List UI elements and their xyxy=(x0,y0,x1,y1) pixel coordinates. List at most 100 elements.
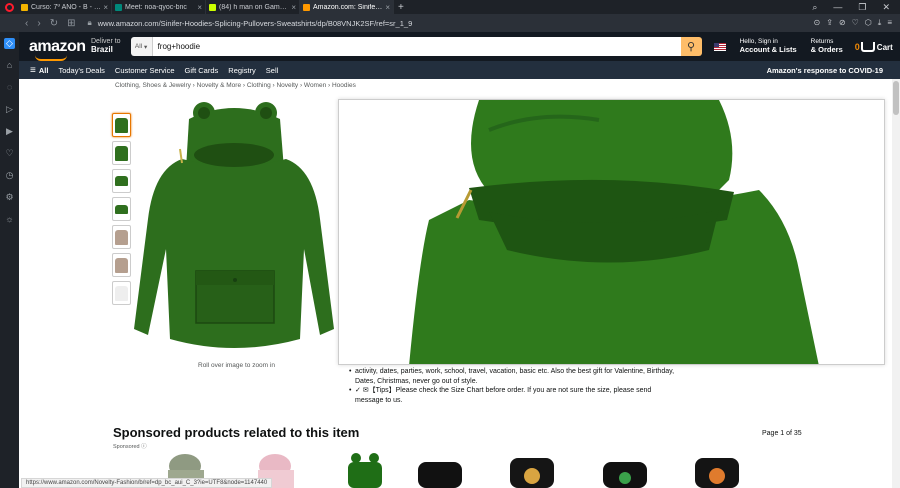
opera-menu-icon[interactable] xyxy=(0,0,18,14)
tab-label: Curso: 7º ANO - B - 2º TRI xyxy=(31,3,101,11)
url-field[interactable]: www.amazon.com/Sinifer-Hoodies-Splicing-… xyxy=(98,19,413,28)
search-category-select[interactable]: All ▾ xyxy=(130,37,153,56)
account-lists[interactable]: Hello, Sign in Account & Lists xyxy=(740,38,797,55)
close-tab-icon[interactable]: × xyxy=(103,3,108,12)
classroom-favicon-icon xyxy=(21,3,28,11)
tab-gamejolt[interactable]: (84) h man on Game Jolt × xyxy=(206,0,300,14)
page-scrollbar[interactable] xyxy=(892,79,900,488)
browser-tab-bar: Curso: 7º ANO - B - 2º TRI × Meet: noa-q… xyxy=(0,0,900,14)
search-input[interactable]: frog+hoodie xyxy=(152,37,681,56)
nav-todays-deals[interactable]: Today's Deals xyxy=(58,66,104,75)
zoom-preview-panel xyxy=(338,99,885,365)
nav-sell[interactable]: Sell xyxy=(266,66,279,75)
amazon-header: amazon Deliver to Brazil All ▾ frog+hood… xyxy=(19,32,900,61)
lightbulb-icon[interactable]: ☼ xyxy=(4,214,15,225)
amazon-logo[interactable]: amazon xyxy=(29,38,86,61)
breadcrumb[interactable]: Clothing, Shoes & Jewelry › Novelty & Mo… xyxy=(115,82,356,89)
search-icon: ⚲ xyxy=(687,41,696,53)
meet-favicon-icon xyxy=(115,3,122,11)
reload-icon[interactable]: ↻ xyxy=(50,18,58,29)
window-controls: ⌕ — ❐ ✕ xyxy=(812,2,900,13)
nav-customer-service[interactable]: Customer Service xyxy=(115,66,175,75)
tab-label: (84) h man on Game Jolt xyxy=(219,3,290,11)
thumbnail-5[interactable] xyxy=(112,225,131,249)
all-menu-button[interactable]: All xyxy=(30,65,49,76)
account-lists-label: Account & Lists xyxy=(739,45,797,54)
minimize-icon[interactable]: — xyxy=(833,2,842,13)
sponsored-product-7[interactable] xyxy=(695,458,739,488)
back-icon[interactable]: ‹ xyxy=(25,18,28,29)
download-icon[interactable]: ⤓ xyxy=(878,18,882,28)
tab-label: Amazon.com: Sinifer Wom xyxy=(313,3,383,11)
carousel-pager: Page 1 of 35 xyxy=(762,430,802,437)
player-icon[interactable]: ▶ xyxy=(4,126,15,137)
thumbnail-3[interactable] xyxy=(112,169,131,193)
info-icon[interactable]: ⓘ xyxy=(141,444,147,450)
nav-gift-cards[interactable]: Gift Cards xyxy=(185,66,219,75)
sponsored-title: Sponsored products related to this item xyxy=(113,425,360,440)
tab-label: Meet: noa-qyoc-bnc xyxy=(125,3,187,11)
settings-icon[interactable]: ⚙ xyxy=(4,192,15,203)
close-tab-icon[interactable]: × xyxy=(197,3,202,12)
location-label: Brazil xyxy=(91,45,113,54)
sponsored-product-6[interactable] xyxy=(603,462,647,488)
nav-registry[interactable]: Registry xyxy=(228,66,256,75)
tab-meet[interactable]: Meet: noa-qyoc-bnc × xyxy=(112,0,206,14)
search-bar: All ▾ frog+hoodie ⚲ xyxy=(130,37,702,56)
snapshot-icon[interactable]: ⊙ xyxy=(814,18,821,28)
bullet-item: • ✓ ✉【Tips】Please check the Size Chart be… xyxy=(349,387,652,404)
search-button[interactable]: ⚲ xyxy=(680,37,702,56)
messenger-icon[interactable]: ◌ xyxy=(4,82,15,93)
thumbnail-4[interactable] xyxy=(112,197,131,221)
address-bar-icons: ⊙ ⇪ ⊘ ♡ ⬡ ⤓ ≡ xyxy=(814,18,900,28)
deliver-to[interactable]: Deliver to Brazil xyxy=(91,38,121,55)
heart-icon[interactable]: ♡ xyxy=(852,18,859,28)
close-tab-icon[interactable]: × xyxy=(385,3,390,12)
workspace-icon[interactable]: ◇ xyxy=(4,38,15,49)
lock-icon[interactable]: 🔒︎ xyxy=(87,18,91,28)
tab-classroom[interactable]: Curso: 7º ANO - B - 2º TRI × xyxy=(18,0,112,14)
thumbnail-2[interactable] xyxy=(112,141,131,165)
sponsored-label: Sponsored ⓘ xyxy=(113,444,147,450)
close-window-icon[interactable]: ✕ xyxy=(882,2,890,13)
history-icon[interactable]: ◷ xyxy=(4,170,15,181)
thumbnail-6[interactable] xyxy=(112,253,131,277)
tab-amazon[interactable]: Amazon.com: Sinifer Wom × xyxy=(300,0,394,14)
extensions-icon[interactable]: ⬡ xyxy=(865,18,872,28)
share-icon[interactable]: ⇪ xyxy=(826,18,833,28)
search-tabs-icon[interactable]: ⌕ xyxy=(812,2,817,13)
cart-button[interactable]: 0 Cart xyxy=(855,41,893,52)
amazon-favicon-icon xyxy=(303,3,310,11)
browser-sidebar: ◇ ⌂ ◌ ▷ ▶ ♡ ◷ ⚙ ☼ xyxy=(0,32,19,488)
covid-response-link[interactable]: Amazon's response to COVID-19 xyxy=(767,66,883,75)
returns-orders[interactable]: Returns & Orders xyxy=(811,38,843,55)
bookmarks-icon[interactable]: ♡ xyxy=(4,148,15,159)
nav-buttons: ‹ › ↻ ⊞ xyxy=(25,18,75,29)
adblock-icon[interactable]: ⊘ xyxy=(839,18,846,28)
amazon-nav: All Today's Deals Customer Service Gift … xyxy=(19,61,900,79)
thumbnail-7[interactable] xyxy=(112,281,131,305)
zoomed-hoodie-image xyxy=(409,100,819,364)
menu-icon[interactable]: ≡ xyxy=(887,18,892,28)
forward-icon[interactable]: › xyxy=(37,18,40,29)
product-main-image[interactable] xyxy=(134,99,334,355)
thumbnail-list xyxy=(112,113,131,305)
sponsored-product-5[interactable] xyxy=(510,458,554,488)
speed-dial-icon[interactable]: ⊞ xyxy=(67,18,75,29)
thumbnail-1[interactable] xyxy=(112,113,131,137)
us-flag-icon[interactable] xyxy=(713,42,726,51)
bullet-item: • activity, dates, parties, work, school,… xyxy=(349,368,675,385)
new-tab-button[interactable]: + xyxy=(398,2,404,13)
sponsored-product-4[interactable] xyxy=(418,462,462,488)
sponsored-product-3[interactable] xyxy=(348,453,382,488)
zoom-hint: Roll over image to zoom in xyxy=(198,362,275,369)
play-icon[interactable]: ▷ xyxy=(4,104,15,115)
cart-label: Cart xyxy=(876,42,893,52)
close-tab-icon[interactable]: × xyxy=(291,3,296,12)
cart-icon xyxy=(860,41,875,52)
link-status-bar: https://www.amazon.com/Novelty-Fashion/b… xyxy=(21,478,273,488)
home-icon[interactable]: ⌂ xyxy=(4,60,15,71)
orders-label: & Orders xyxy=(810,45,843,54)
maximize-icon[interactable]: ❐ xyxy=(858,2,866,13)
gamejolt-favicon-icon xyxy=(209,3,216,11)
